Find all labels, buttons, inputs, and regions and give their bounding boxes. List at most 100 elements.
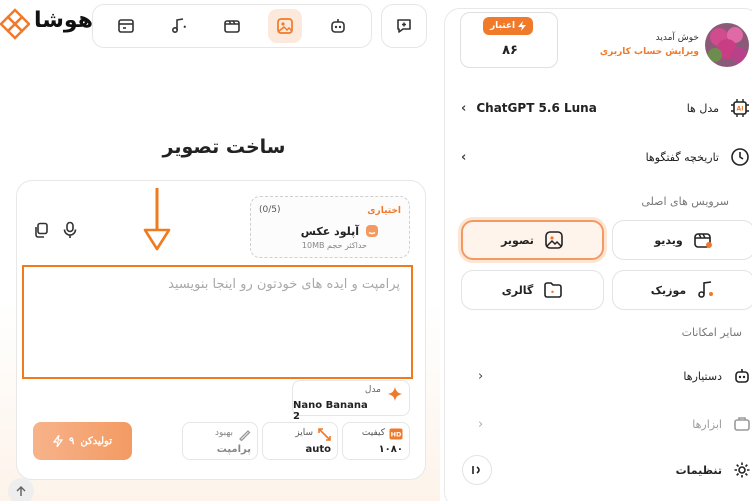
service-video-button[interactable]: ویدیو <box>612 220 752 260</box>
service-image-label: تصویر <box>501 233 534 247</box>
toolbar-music-button[interactable] <box>162 9 196 43</box>
upload-icon <box>365 224 379 238</box>
size-option[interactable]: سایز auto <box>262 422 338 460</box>
sidebar-item-history[interactable]: تاریخچه گفتگوها ‹ <box>461 142 751 172</box>
main-area: هوشا ساخت تصویر اختیاری (0/5) آپلود عکس … <box>0 0 440 501</box>
chevron-left-icon: ‹ <box>461 100 467 116</box>
logo-mark-icon <box>0 8 30 40</box>
avatar[interactable] <box>705 23 749 67</box>
image-icon <box>276 17 294 35</box>
history-chevron: ‹ <box>461 150 466 165</box>
size-label: سایز <box>295 428 313 438</box>
improve-value: پرامپت <box>216 444 251 455</box>
service-image-button[interactable]: تصویر <box>461 220 604 260</box>
toolbar-files-button[interactable] <box>109 9 143 43</box>
model-selector[interactable]: مدل Nano Banana 2 <box>292 380 410 422</box>
service-gallery-button[interactable]: گالری <box>461 270 604 310</box>
chevron-left-icon: ‹ <box>478 416 484 432</box>
svg-text:AI: AI <box>737 106 744 113</box>
current-model-value: ChatGPT 5.6 Luna <box>476 101 597 115</box>
arrow-up-icon <box>15 485 27 497</box>
quality-option[interactable]: HD کیفیت ۱۰۸۰ <box>342 422 410 460</box>
resize-icon <box>318 428 331 441</box>
magic-pen-icon <box>238 428 251 441</box>
upload-count: (0/5) <box>259 205 281 215</box>
page-title-text: ساخت تصویر <box>162 136 286 158</box>
credit-label: اعتبار <box>490 21 516 31</box>
quality-value: ۱۰۸۰ <box>378 444 403 455</box>
logo[interactable]: هوشا <box>0 6 93 42</box>
main-services-title: سرویس های اصلی <box>641 195 729 208</box>
sidebar-item-models[interactable]: AI مدل ها ‹ ChatGPT 5.6 Luna <box>461 93 751 123</box>
hd-icon-text: HD <box>391 431 402 439</box>
hd-icon: HD <box>389 428 403 440</box>
credit-badge: اعتبار <box>483 17 534 35</box>
sidebar-item-assistants-label: دستیارها <box>683 369 722 383</box>
image-icon <box>544 230 564 250</box>
sidebar-item-settings[interactable]: تنظیمات <box>460 453 752 487</box>
scroll-up-button[interactable] <box>8 478 34 501</box>
chevron-left-icon: ‹ <box>461 149 467 165</box>
toolbar-image-button[interactable] <box>268 9 303 43</box>
generate-cost: ۹ <box>69 435 75 447</box>
upload-title: آپلود عکس <box>300 225 359 238</box>
chat-add-icon <box>395 17 413 35</box>
service-video-label: ویدیو <box>654 233 683 247</box>
gear-icon <box>732 461 752 479</box>
generate-label: تولیدکن <box>80 435 113 447</box>
annotation-arrow-down-icon <box>143 186 171 252</box>
logo-text: هوشا <box>34 8 93 33</box>
music-icon <box>696 280 716 300</box>
upload-image-button[interactable]: اختیاری (0/5) آپلود عکس حداکثر حجم 10MB <box>250 196 410 258</box>
robot-icon <box>732 367 752 385</box>
upload-hint: حداکثر حجم 10MB <box>301 241 367 250</box>
sidebar-item-history-label: تاریخچه گفتگوها <box>645 150 719 164</box>
robot-icon <box>329 17 347 35</box>
music-icon <box>170 17 188 35</box>
prompt-box[interactable] <box>22 265 413 379</box>
ai-chip-icon: AI <box>729 97 751 119</box>
sidebar-item-tools[interactable]: ابزارها ‹ <box>478 410 752 438</box>
credit-value: ۸۶ <box>502 43 518 58</box>
sidebar-item-models-label: مدل ها <box>686 101 719 115</box>
improve-prompt-option[interactable]: بهبود پرامپت <box>182 422 258 460</box>
chevron-left-icon: ‹ <box>478 368 484 384</box>
welcome-text: خوش آمدید <box>655 33 699 43</box>
video-icon <box>693 230 713 250</box>
sidebar-item-assistants[interactable]: دستیارها ‹ <box>478 362 752 390</box>
service-toolbar <box>92 4 372 48</box>
sparkle-icon <box>387 386 403 402</box>
improve-label: بهبود <box>214 428 233 438</box>
quality-label: کیفیت <box>361 428 385 438</box>
current-model: ‹ ChatGPT 5.6 Luna <box>461 101 597 116</box>
upload-optional-label: اختیاری <box>367 206 401 216</box>
service-music-label: موزیک <box>650 283 687 297</box>
sidebar-item-settings-label: تنظیمات <box>675 463 722 477</box>
toolbar-robot-button[interactable] <box>321 9 355 43</box>
files-icon <box>117 17 135 35</box>
lightning-icon <box>53 435 63 447</box>
clock-icon <box>729 146 751 168</box>
toolbar-video-button[interactable] <box>215 9 249 43</box>
generate-button[interactable]: تولیدکن ۹ <box>33 422 132 460</box>
prompt-input[interactable] <box>30 277 400 292</box>
service-music-button[interactable]: موزیک <box>612 270 752 310</box>
other-features-title: سایر امکانات <box>681 326 742 339</box>
new-chat-button[interactable] <box>381 4 427 48</box>
collapse-sidebar-button[interactable] <box>462 455 492 485</box>
gallery-folder-icon <box>543 280 563 300</box>
lightning-icon <box>518 21 527 31</box>
sidebar-item-tools-label: ابزارها <box>692 417 722 431</box>
credit-box[interactable]: اعتبار ۸۶ <box>460 12 558 68</box>
model-value: Nano Banana 2 <box>293 400 368 422</box>
page-title: ساخت تصویر <box>0 136 440 158</box>
size-value: auto <box>305 444 331 455</box>
collapse-icon <box>471 464 483 476</box>
toolbox-icon <box>732 415 752 433</box>
model-label: مدل <box>364 385 381 395</box>
edit-account-link[interactable]: ویرایش حساب کاربری <box>600 47 699 57</box>
microphone-icon[interactable] <box>62 221 78 239</box>
video-icon <box>223 17 241 35</box>
copy-icon[interactable] <box>33 222 49 238</box>
service-gallery-label: گالری <box>501 283 534 297</box>
